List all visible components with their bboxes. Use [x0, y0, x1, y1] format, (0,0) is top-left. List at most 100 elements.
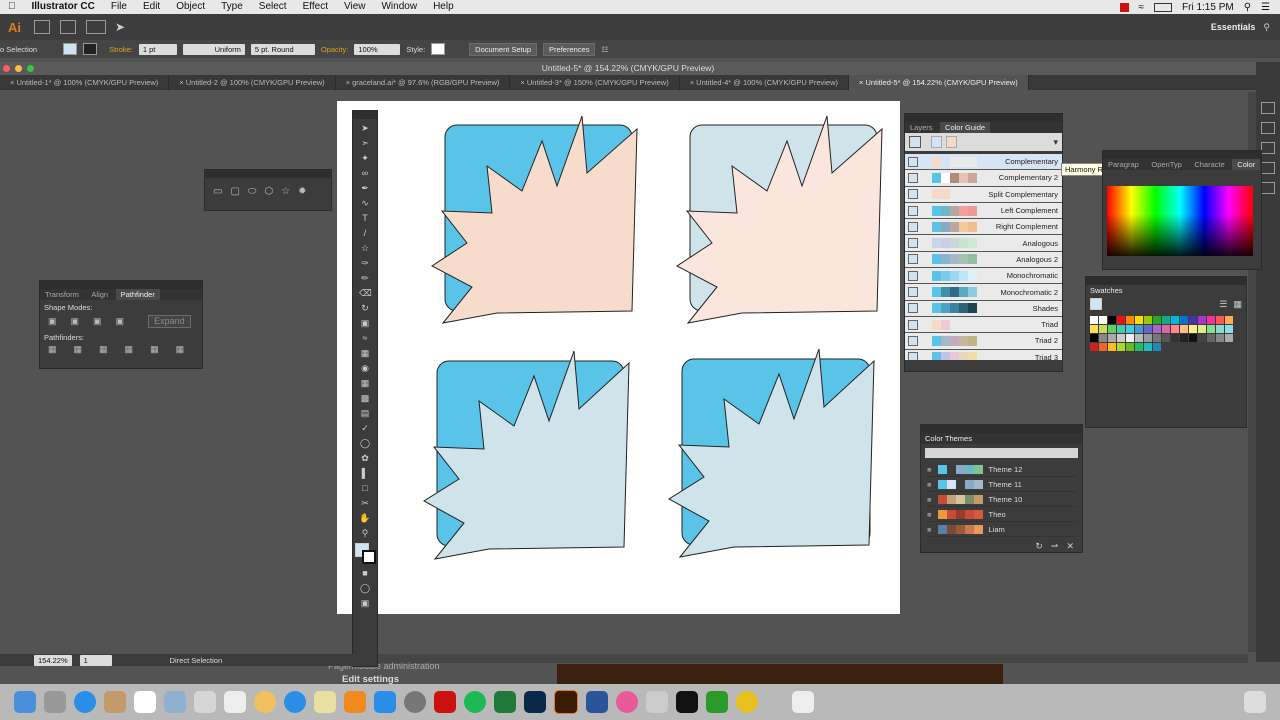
harmony-swatches[interactable]	[932, 319, 977, 330]
theme-swatches[interactable]	[937, 494, 983, 504]
tab-untitled-3[interactable]: × Untitled-3* @ 150% (CMYK/GPU Preview)	[510, 75, 680, 90]
theme-swatches[interactable]	[937, 524, 983, 534]
menu-object[interactable]: Object	[168, 0, 213, 14]
harmony-swatches[interactable]	[932, 287, 977, 298]
harmony-color-chip[interactable]	[941, 254, 950, 265]
swatch-chip[interactable]	[1198, 334, 1206, 342]
panel-icon-2[interactable]	[1261, 122, 1275, 134]
free-transform-tool-icon[interactable]: ▦	[359, 347, 371, 359]
pen-tool-icon[interactable]: ✒	[359, 182, 371, 194]
swatch-chip[interactable]	[1099, 334, 1107, 342]
tools-panel-header[interactable]	[353, 111, 377, 119]
zoom-window-button[interactable]	[27, 65, 34, 72]
tab-pathfinder[interactable]: Pathfinder	[115, 289, 160, 300]
theme-color-chip[interactable]	[964, 494, 974, 504]
swatch-chip[interactable]	[1180, 316, 1188, 324]
harmony-color-chip[interactable]	[941, 303, 950, 314]
swatch-chip[interactable]	[1144, 316, 1152, 324]
harmony-color-chip[interactable]	[959, 352, 968, 360]
harmony-color-chip[interactable]	[968, 319, 977, 330]
harmony-row[interactable]: Monochromatic	[905, 268, 1062, 285]
harmony-row[interactable]: Triad	[905, 316, 1062, 334]
outline-icon[interactable]: ▦	[150, 344, 159, 355]
arrange-documents-icon[interactable]	[86, 20, 106, 34]
system-prefs-icon[interactable]	[404, 691, 426, 713]
harmony-color-chip[interactable]	[932, 287, 941, 298]
swatch-chip[interactable]	[1144, 334, 1152, 342]
artboard[interactable]	[337, 101, 900, 614]
harmony-color-chip[interactable]	[941, 335, 950, 346]
harmony-base-swatch[interactable]	[908, 238, 918, 249]
slice-tool-icon[interactable]: ✂	[359, 497, 371, 509]
eyedropper-tool-icon[interactable]: ✓	[359, 422, 371, 434]
harmony-row[interactable]: Triad 3	[905, 349, 1062, 360]
wifi-icon[interactable]: ≈	[1139, 2, 1145, 13]
theme-color-chip[interactable]	[964, 524, 974, 534]
panel-icon-4[interactable]	[1261, 162, 1275, 174]
camtasia-icon[interactable]	[706, 691, 728, 713]
mesh-tool-icon[interactable]: ▩	[359, 392, 371, 404]
itunes-icon[interactable]	[616, 691, 638, 713]
harmony-base-swatch[interactable]	[908, 189, 918, 200]
theme-color-chip[interactable]	[937, 464, 947, 474]
tab-character[interactable]: Characte	[1189, 159, 1229, 170]
swatch-chip[interactable]	[1153, 334, 1161, 342]
harmony-color-chip[interactable]	[959, 270, 968, 281]
harmony-swatches[interactable]	[932, 303, 977, 314]
bridge-icon[interactable]	[34, 20, 50, 34]
harmony-swatches[interactable]	[932, 205, 977, 216]
harmony-color-chip[interactable]	[968, 303, 977, 314]
menu-type[interactable]: Type	[213, 0, 251, 14]
stroke-swatch[interactable]	[83, 43, 98, 55]
photos-icon[interactable]	[254, 691, 276, 713]
harmony-color-chip[interactable]	[959, 287, 968, 298]
swatch-chip[interactable]	[1108, 325, 1116, 333]
gpu-rocket-icon[interactable]: ➤	[115, 20, 125, 34]
tab-color-guide[interactable]: Color Guide	[940, 122, 991, 133]
harmony-color-chip[interactable]	[968, 352, 977, 360]
stock-icon[interactable]	[60, 20, 76, 34]
theme-color-chip[interactable]	[946, 494, 956, 504]
grid-view-icon[interactable]: ▦	[1233, 299, 1242, 310]
harmony-color-chip[interactable]	[932, 205, 941, 216]
swatch-chip[interactable]	[1153, 343, 1161, 351]
spotlight-icon[interactable]: ⚲	[1244, 2, 1251, 13]
harmony-color-chip[interactable]	[950, 156, 959, 167]
harmony-color-chip[interactable]	[968, 335, 977, 346]
harmony-color-chip[interactable]	[968, 172, 977, 183]
harmony-swatches[interactable]	[932, 254, 977, 265]
zoom-field[interactable]: 154.22%	[34, 654, 72, 666]
tab-transform[interactable]: Transform	[40, 289, 84, 300]
harmony-color-chip[interactable]	[959, 205, 968, 216]
menu-view[interactable]: View	[336, 0, 374, 14]
shape-builder-tool-icon[interactable]: ◉	[359, 362, 371, 374]
swatch-chip[interactable]	[1171, 334, 1179, 342]
swatch-chip[interactable]	[1117, 325, 1125, 333]
panel-icon-3[interactable]	[1261, 142, 1275, 154]
panel-icon-5[interactable]	[1261, 182, 1275, 194]
harmony-color-chip[interactable]	[968, 254, 977, 265]
tab-untitled-1[interactable]: × Untitled-1* @ 100% (CMYK/GPU Preview)	[0, 75, 170, 90]
harmony-base-swatch[interactable]	[908, 352, 918, 360]
facetime-icon[interactable]	[284, 691, 306, 713]
harmony-color-chip[interactable]	[959, 238, 968, 249]
merge-icon[interactable]: ▦	[99, 344, 108, 355]
mail-icon[interactable]	[164, 691, 186, 713]
star-shape-tool-icon[interactable]: ☆	[281, 186, 290, 197]
swatch-chip[interactable]	[1189, 325, 1197, 333]
flare-tool-icon[interactable]: ✹	[298, 186, 306, 197]
harmony-row[interactable]: Complementary	[905, 154, 1062, 171]
themes-search-input[interactable]	[925, 448, 1078, 458]
column-graph-tool-icon[interactable]: ▌	[359, 467, 371, 479]
base-color-swatch[interactable]	[909, 136, 921, 148]
menu-app-name[interactable]: Illustrator CC	[24, 0, 103, 14]
swatch-chip[interactable]	[1108, 343, 1116, 351]
tab-untitled-2[interactable]: × Untitled-2 @ 100% (CMYK/GPU Preview)	[169, 75, 336, 90]
harmony-color-chip[interactable]	[950, 254, 959, 265]
swatch-chip[interactable]	[1162, 325, 1170, 333]
theme-row[interactable]: ■ Theme 11	[927, 477, 1076, 492]
menu-help[interactable]: Help	[425, 0, 462, 14]
menu-select[interactable]: Select	[251, 0, 295, 14]
harmony-color-chip[interactable]	[950, 205, 959, 216]
swatch-chip[interactable]	[1225, 325, 1233, 333]
